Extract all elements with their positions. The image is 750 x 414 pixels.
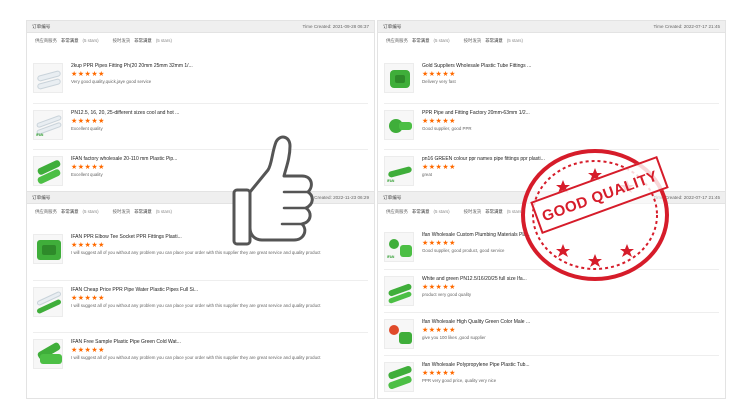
rating-value: 非常满意 <box>485 209 503 214</box>
review-comment: product very good quality <box>422 292 472 297</box>
time-created: Time Created: 2021-09-28 06:37 <box>302 24 369 29</box>
product-thumbnail[interactable] <box>384 63 414 93</box>
order-number-label: 订单编号 <box>32 194 51 200</box>
product-thumbnail[interactable] <box>33 156 63 186</box>
review-item: 2kup PPR Pipes Fitting Ph(20 20mm 25mm 3… <box>33 57 368 93</box>
product-thumbnail[interactable] <box>33 339 63 369</box>
product-title-link[interactable]: PN12.5, 16, 20, 25-different sizes cool … <box>71 110 368 117</box>
review-item: IFAN Free Sample Plastic Pipe Green Cold… <box>33 332 368 369</box>
order-header: 订单编号 Time Created: 2022-11-23 06:29 <box>27 192 374 204</box>
review-comment: give you 100 likes ,good supplier <box>422 335 486 340</box>
star-rating: ★★★★★ <box>71 295 105 302</box>
rating-count: (5 stars) <box>82 38 99 43</box>
review-comment: I will suggest all of you without any pr… <box>71 303 321 308</box>
order-number-label: 订单编号 <box>32 23 51 29</box>
product-title-link[interactable]: IFAN PPR Elbow Tee Socket PPR Fittings P… <box>71 234 368 241</box>
review-comment: Excellent quality <box>71 172 103 177</box>
product-thumbnail[interactable] <box>384 110 414 140</box>
product-thumbnail[interactable] <box>33 63 63 93</box>
review-comment: Very good quality,quick,jaye good servic… <box>71 79 152 84</box>
order-review-panel: 订单编号 Time Created: 2022-11-23 06:29 供应商服… <box>26 191 375 399</box>
order-review-panel: 订单编号 Time Created: 2021-09-28 06:37 供应商服… <box>26 20 375 198</box>
review-comment: Good supplier, good PPR <box>422 126 472 131</box>
rating-label: 按时发货 <box>463 209 482 214</box>
rating-label: 供应商服务 <box>35 209 57 214</box>
rating-count: (5 stars) <box>506 38 523 43</box>
product-title-link[interactable]: Ifan Wholesale Polypropylene Pipe Plasti… <box>422 362 719 369</box>
rating-label: 按时发货 <box>112 209 131 214</box>
review-comment: I will suggest all of you without any pr… <box>71 250 321 255</box>
review-item: Ifan Wholesale High Quality Green Color … <box>384 312 719 349</box>
rating-count: (5 stars) <box>155 38 172 43</box>
review-comment: I will suggest all of you without any pr… <box>71 355 321 360</box>
star-rating: ★★★★★ <box>71 164 105 171</box>
order-header: 订单编号 Time Created: 2021-09-28 06:37 <box>27 21 374 33</box>
rating-count: (5 stars) <box>155 209 172 214</box>
review-item: Gold Suppliers Wholesale Plastic Tube Fi… <box>384 57 719 93</box>
product-thumbnail[interactable] <box>384 319 414 349</box>
rating-value: 非常满意 <box>485 38 503 43</box>
product-thumbnail[interactable] <box>384 276 414 306</box>
star-rating: ★★★★★ <box>71 71 105 78</box>
thumbs-up-icon <box>232 135 314 246</box>
order-number-label: 订单编号 <box>383 23 402 29</box>
rating-value: 非常满意 <box>60 209 79 214</box>
review-comment: PPR very good price, quality very nice <box>422 378 497 383</box>
star-rating: ★★★★★ <box>71 242 105 249</box>
product-title-link[interactable]: Ifan Wholesale High Quality Green Color … <box>422 319 719 326</box>
review-item: Ifan Wholesale Polypropylene Pipe Plasti… <box>384 355 719 392</box>
star-rating: ★★★★★ <box>422 327 456 334</box>
rating-label: 供应商服务 <box>35 38 57 43</box>
review-comment: Delivery very fast <box>422 79 456 84</box>
rating-value: 非常满意 <box>411 38 430 43</box>
rating-value: 非常满意 <box>134 38 152 43</box>
time-created: Time Created: 2022-07-17 21:45 <box>653 24 720 29</box>
star-rating: ★★★★★ <box>422 370 456 377</box>
rating-label: 供应商服务 <box>386 38 408 43</box>
product-title-link[interactable]: IFAN factory wholesale 20-110 mm Plastic… <box>71 156 368 163</box>
product-thumbnail[interactable] <box>33 287 63 317</box>
supplier-ratings: 供应商服务 非常满意 (5 stars) 按时发货 非常满意 (5 stars) <box>378 33 725 47</box>
product-title-link[interactable]: 2kup PPR Pipes Fitting Ph(20 20mm 25mm 3… <box>71 63 368 70</box>
rating-value: 非常满意 <box>60 38 79 43</box>
star-rating: ★★★★★ <box>422 71 456 78</box>
star-rating: ★★★★★ <box>71 347 105 354</box>
rating-value: 非常满意 <box>411 209 430 214</box>
product-title-link[interactable]: PPR Pipe and Fitting Factory 20mm-63mm 1… <box>422 110 719 117</box>
order-number-label: 订单编号 <box>383 194 402 200</box>
supplier-ratings: 供应商服务 非常满意 (5 stars) 按时发货 非常满意 (5 stars) <box>27 204 374 218</box>
rating-label: 供应商服务 <box>386 209 408 214</box>
product-title-link[interactable]: IFAN Free Sample Plastic Pipe Green Cold… <box>71 339 368 346</box>
review-comment: Excellent quality <box>71 126 103 131</box>
star-rating: ★★★★★ <box>422 118 456 125</box>
order-header: 订单编号 Time Created: 2022-07-17 21:45 <box>378 21 725 33</box>
product-thumbnail[interactable]: IFAN <box>384 156 414 186</box>
rating-count: (5 stars) <box>433 209 450 214</box>
review-item: PPR Pipe and Fitting Factory 20mm-63mm 1… <box>384 103 719 140</box>
review-item: IFAN Cheap Price PPR Pipe Water Plastic … <box>33 280 368 317</box>
product-title-link[interactable]: Gold Suppliers Wholesale Plastic Tube Fi… <box>422 63 719 70</box>
rating-count: (5 stars) <box>82 209 99 214</box>
product-thumbnail[interactable] <box>33 234 63 264</box>
rating-label: 按时发货 <box>112 38 131 43</box>
product-thumbnail[interactable]: IFAN <box>384 232 414 262</box>
product-thumbnail[interactable]: IFAN <box>33 110 63 140</box>
product-thumbnail[interactable] <box>384 362 414 392</box>
rating-count: (5 stars) <box>433 38 450 43</box>
rating-label: 按时发货 <box>463 38 482 43</box>
supplier-ratings: 供应商服务 非常满意 (5 stars) 按时发货 非常满意 (5 stars) <box>27 33 374 47</box>
star-rating: ★★★★★ <box>71 118 105 125</box>
product-title-link[interactable]: IFAN Cheap Price PPR Pipe Water Plastic … <box>71 287 368 294</box>
rating-value: 非常满意 <box>134 209 152 214</box>
